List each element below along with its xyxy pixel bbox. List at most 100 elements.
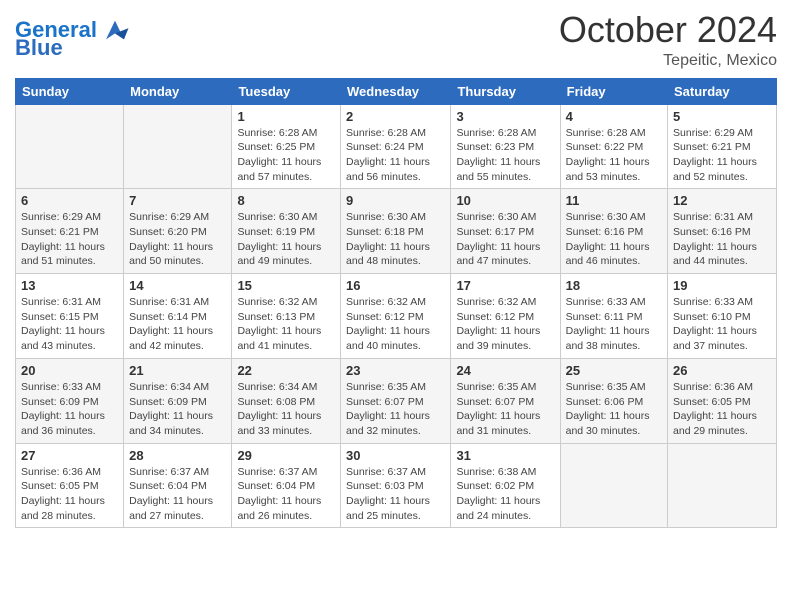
calendar-cell: 28 Sunrise: 6:37 AM Sunset: 6:04 PM Dayli… <box>124 443 232 528</box>
day-info: Sunrise: 6:32 AM Sunset: 6:12 PM Dayligh… <box>346 295 445 354</box>
day-info: Sunrise: 6:30 AM Sunset: 6:18 PM Dayligh… <box>346 210 445 269</box>
day-info: Sunrise: 6:34 AM Sunset: 6:08 PM Dayligh… <box>237 380 335 439</box>
day-number: 6 <box>21 193 118 208</box>
day-number: 31 <box>456 448 554 463</box>
day-number: 20 <box>21 363 118 378</box>
header-saturday: Saturday <box>668 78 777 104</box>
calendar-cell: 19 Sunrise: 6:33 AM Sunset: 6:10 PM Dayli… <box>668 274 777 359</box>
day-number: 24 <box>456 363 554 378</box>
day-info: Sunrise: 6:31 AM Sunset: 6:16 PM Dayligh… <box>673 210 771 269</box>
day-info: Sunrise: 6:37 AM Sunset: 6:04 PM Dayligh… <box>129 465 226 524</box>
calendar-cell: 7Sunrise: 6:29 AM Sunset: 6:20 PM Daylig… <box>124 189 232 274</box>
day-info: Sunrise: 6:31 AM Sunset: 6:14 PM Dayligh… <box>129 295 226 354</box>
calendar-cell: 4 Sunrise: 6:28 AM Sunset: 6:22 PM Daylig… <box>560 104 667 189</box>
day-info: Sunrise: 6:38 AM Sunset: 6:02 PM Dayligh… <box>456 465 554 524</box>
day-info: Sunrise: 6:28 AM Sunset: 6:22 PM Dayligh… <box>566 126 662 185</box>
header-friday: Friday <box>560 78 667 104</box>
day-number: 17 <box>456 278 554 293</box>
day-info: Sunrise: 6:35 AM Sunset: 6:07 PM Dayligh… <box>456 380 554 439</box>
logo: General Blue <box>15 15 130 59</box>
day-number: 18 <box>566 278 662 293</box>
day-number: 4 <box>566 109 662 124</box>
calendar-cell: 22 Sunrise: 6:34 AM Sunset: 6:08 PM Dayli… <box>232 358 341 443</box>
day-info: Sunrise: 6:32 AM Sunset: 6:12 PM Dayligh… <box>456 295 554 354</box>
title-block: October 2024 Tepeitic, Mexico <box>559 10 777 70</box>
day-number: 14 <box>129 278 226 293</box>
day-info: Sunrise: 6:36 AM Sunset: 6:05 PM Dayligh… <box>673 380 771 439</box>
day-number: 11 <box>566 193 662 208</box>
day-info: Sunrise: 6:37 AM Sunset: 6:04 PM Dayligh… <box>237 465 335 524</box>
calendar-cell: 26 Sunrise: 6:36 AM Sunset: 6:05 PM Dayli… <box>668 358 777 443</box>
calendar-cell: 13Sunrise: 6:31 AM Sunset: 6:15 PM Dayli… <box>16 274 124 359</box>
calendar-cell: 31 Sunrise: 6:38 AM Sunset: 6:02 PM Dayli… <box>451 443 560 528</box>
day-info: Sunrise: 6:30 AM Sunset: 6:16 PM Dayligh… <box>566 210 662 269</box>
day-number: 25 <box>566 363 662 378</box>
calendar-header-row: SundayMondayTuesdayWednesdayThursdayFrid… <box>16 78 777 104</box>
day-number: 8 <box>237 193 335 208</box>
calendar-cell: 11 Sunrise: 6:30 AM Sunset: 6:16 PM Dayli… <box>560 189 667 274</box>
calendar-cell: 9 Sunrise: 6:30 AM Sunset: 6:18 PM Daylig… <box>341 189 451 274</box>
calendar-cell: 14 Sunrise: 6:31 AM Sunset: 6:14 PM Dayli… <box>124 274 232 359</box>
day-number: 5 <box>673 109 771 124</box>
calendar-cell: 12 Sunrise: 6:31 AM Sunset: 6:16 PM Dayli… <box>668 189 777 274</box>
location-title: Tepeitic, Mexico <box>559 52 777 70</box>
day-number: 12 <box>673 193 771 208</box>
calendar-cell: 21Sunrise: 6:34 AM Sunset: 6:09 PM Dayli… <box>124 358 232 443</box>
day-info: Sunrise: 6:28 AM Sunset: 6:24 PM Dayligh… <box>346 126 445 185</box>
calendar-cell: 24 Sunrise: 6:35 AM Sunset: 6:07 PM Dayli… <box>451 358 560 443</box>
calendar-week-row: 27 Sunrise: 6:36 AM Sunset: 6:05 PM Dayli… <box>16 443 777 528</box>
page: General Blue October 2024 Tepeitic, Mexi… <box>0 0 792 612</box>
day-info: Sunrise: 6:33 AM Sunset: 6:09 PM Dayligh… <box>21 380 118 439</box>
logo-text-blue: Blue <box>15 37 63 59</box>
calendar-cell: 3Sunrise: 6:28 AM Sunset: 6:23 PM Daylig… <box>451 104 560 189</box>
calendar-cell: 10 Sunrise: 6:30 AM Sunset: 6:17 PM Dayli… <box>451 189 560 274</box>
day-info: Sunrise: 6:33 AM Sunset: 6:10 PM Dayligh… <box>673 295 771 354</box>
day-number: 28 <box>129 448 226 463</box>
logo-bird-icon <box>100 15 130 45</box>
day-info: Sunrise: 6:30 AM Sunset: 6:19 PM Dayligh… <box>237 210 335 269</box>
header-thursday: Thursday <box>451 78 560 104</box>
day-info: Sunrise: 6:37 AM Sunset: 6:03 PM Dayligh… <box>346 465 445 524</box>
day-number: 26 <box>673 363 771 378</box>
day-info: Sunrise: 6:29 AM Sunset: 6:21 PM Dayligh… <box>21 210 118 269</box>
day-info: Sunrise: 6:28 AM Sunset: 6:25 PM Dayligh… <box>237 126 335 185</box>
calendar-cell: 18 Sunrise: 6:33 AM Sunset: 6:11 PM Dayli… <box>560 274 667 359</box>
calendar-cell <box>560 443 667 528</box>
day-number: 22 <box>237 363 335 378</box>
day-number: 10 <box>456 193 554 208</box>
day-number: 1 <box>237 109 335 124</box>
calendar-cell <box>668 443 777 528</box>
day-number: 16 <box>346 278 445 293</box>
day-info: Sunrise: 6:32 AM Sunset: 6:13 PM Dayligh… <box>237 295 335 354</box>
day-info: Sunrise: 6:36 AM Sunset: 6:05 PM Dayligh… <box>21 465 118 524</box>
day-number: 2 <box>346 109 445 124</box>
calendar-cell <box>124 104 232 189</box>
day-info: Sunrise: 6:35 AM Sunset: 6:06 PM Dayligh… <box>566 380 662 439</box>
calendar-cell: 15Sunrise: 6:32 AM Sunset: 6:13 PM Dayli… <box>232 274 341 359</box>
day-number: 30 <box>346 448 445 463</box>
calendar-week-row: 13Sunrise: 6:31 AM Sunset: 6:15 PM Dayli… <box>16 274 777 359</box>
calendar-cell: 30 Sunrise: 6:37 AM Sunset: 6:03 PM Dayli… <box>341 443 451 528</box>
calendar-week-row: 1 Sunrise: 6:28 AM Sunset: 6:25 PM Daylig… <box>16 104 777 189</box>
calendar-cell: 20 Sunrise: 6:33 AM Sunset: 6:09 PM Dayli… <box>16 358 124 443</box>
day-info: Sunrise: 6:29 AM Sunset: 6:20 PM Dayligh… <box>129 210 226 269</box>
day-number: 19 <box>673 278 771 293</box>
day-info: Sunrise: 6:31 AM Sunset: 6:15 PM Dayligh… <box>21 295 118 354</box>
day-number: 9 <box>346 193 445 208</box>
calendar-cell: 6 Sunrise: 6:29 AM Sunset: 6:21 PM Daylig… <box>16 189 124 274</box>
header-tuesday: Tuesday <box>232 78 341 104</box>
calendar-cell: 8 Sunrise: 6:30 AM Sunset: 6:19 PM Daylig… <box>232 189 341 274</box>
calendar-cell: 16 Sunrise: 6:32 AM Sunset: 6:12 PM Dayli… <box>341 274 451 359</box>
calendar-week-row: 6 Sunrise: 6:29 AM Sunset: 6:21 PM Daylig… <box>16 189 777 274</box>
calendar-week-row: 20 Sunrise: 6:33 AM Sunset: 6:09 PM Dayli… <box>16 358 777 443</box>
calendar-table: SundayMondayTuesdayWednesdayThursdayFrid… <box>15 78 777 529</box>
day-number: 23 <box>346 363 445 378</box>
calendar-cell: 25 Sunrise: 6:35 AM Sunset: 6:06 PM Dayli… <box>560 358 667 443</box>
day-number: 27 <box>21 448 118 463</box>
header-monday: Monday <box>124 78 232 104</box>
header: General Blue October 2024 Tepeitic, Mexi… <box>15 10 777 70</box>
calendar-cell: 2 Sunrise: 6:28 AM Sunset: 6:24 PM Daylig… <box>341 104 451 189</box>
day-info: Sunrise: 6:33 AM Sunset: 6:11 PM Dayligh… <box>566 295 662 354</box>
header-sunday: Sunday <box>16 78 124 104</box>
day-info: Sunrise: 6:30 AM Sunset: 6:17 PM Dayligh… <box>456 210 554 269</box>
